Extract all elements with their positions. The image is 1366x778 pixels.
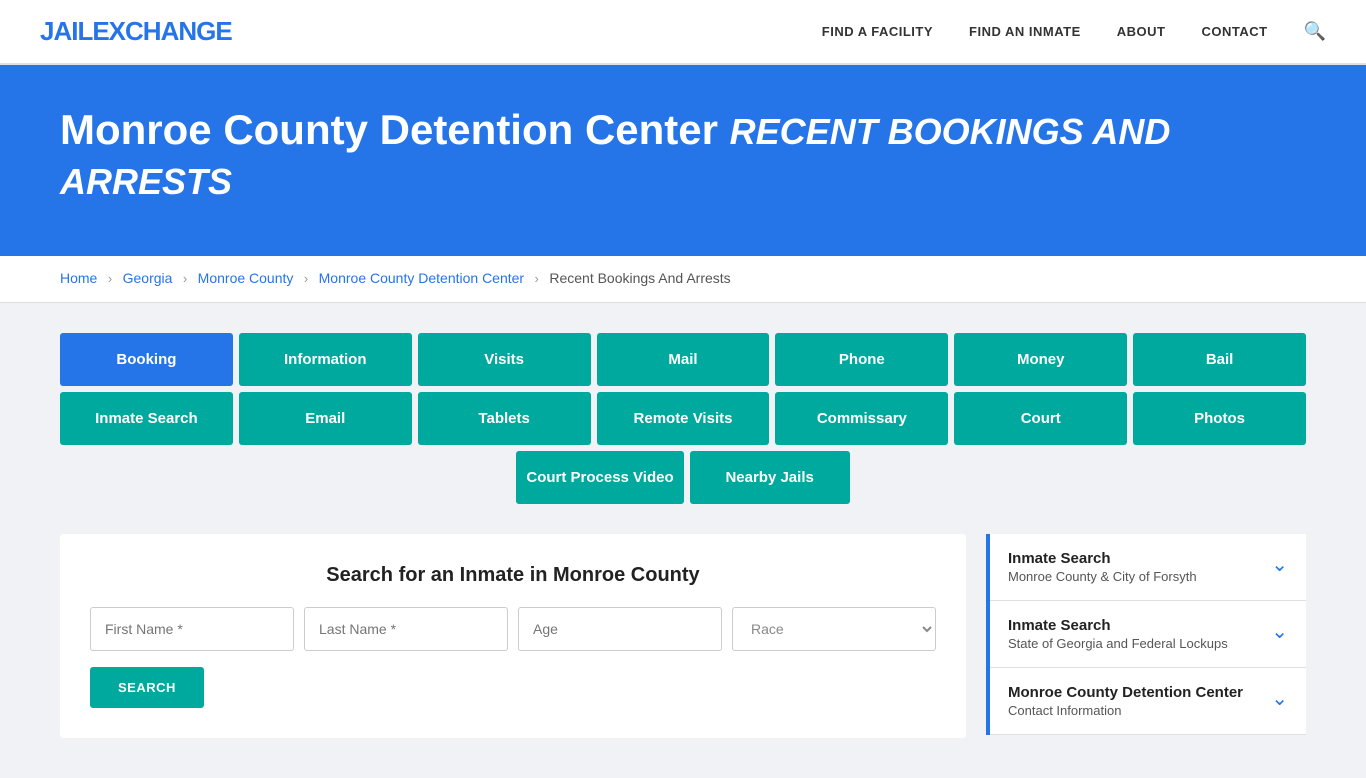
sidebar-title-contact: Monroe County Detention Center (1008, 684, 1243, 701)
tab-inmate-search[interactable]: Inmate Search (60, 392, 233, 445)
last-name-input[interactable] (304, 607, 508, 651)
breadcrumb-georgia[interactable]: Georgia (123, 270, 173, 286)
tabs-row-1: Booking Information Visits Mail Phone Mo… (60, 333, 1306, 386)
age-input[interactable] (518, 607, 722, 651)
hero-section: Monroe County Detention Center RECENT BO… (0, 65, 1366, 256)
main-content: Booking Information Visits Mail Phone Mo… (0, 303, 1366, 778)
nav-contact[interactable]: CONTACT (1201, 24, 1267, 39)
breadcrumb-sep-1: › (108, 271, 112, 286)
search-fields: Race White Black Hispanic Asian Other (90, 607, 936, 651)
tab-court[interactable]: Court (954, 392, 1127, 445)
tab-bail[interactable]: Bail (1133, 333, 1306, 386)
search-icon[interactable]: 🔍 (1304, 21, 1326, 41)
tab-remote-visits[interactable]: Remote Visits (597, 392, 770, 445)
tab-information[interactable]: Information (239, 333, 412, 386)
breadcrumb-sep-3: › (304, 271, 308, 286)
tab-commissary[interactable]: Commissary (775, 392, 948, 445)
logo-exchange: EXCHANGE (92, 16, 231, 46)
bottom-section: Search for an Inmate in Monroe County Ra… (60, 534, 1306, 738)
chevron-down-icon: ⌄ (1271, 552, 1288, 577)
tab-phone[interactable]: Phone (775, 333, 948, 386)
nav-find-facility[interactable]: FIND A FACILITY (822, 24, 933, 39)
race-select[interactable]: Race White Black Hispanic Asian Other (732, 607, 936, 651)
first-name-input[interactable] (90, 607, 294, 651)
tab-visits[interactable]: Visits (418, 333, 591, 386)
search-button[interactable]: SEARCH (90, 667, 204, 708)
sidebar-item-inmate-search-georgia[interactable]: Inmate Search State of Georgia and Feder… (990, 601, 1306, 668)
tab-nearby-jails[interactable]: Nearby Jails (690, 451, 850, 504)
sidebar-title-georgia: Inmate Search (1008, 617, 1228, 634)
breadcrumb-detention-center[interactable]: Monroe County Detention Center (319, 270, 524, 286)
tab-money[interactable]: Money (954, 333, 1127, 386)
sidebar-subtitle-georgia: State of Georgia and Federal Lockups (1008, 636, 1228, 651)
nav-find-inmate[interactable]: FIND AN INMATE (969, 24, 1081, 39)
search-form-card: Search for an Inmate in Monroe County Ra… (60, 534, 966, 738)
tab-tablets[interactable]: Tablets (418, 392, 591, 445)
sidebar: Inmate Search Monroe County & City of Fo… (986, 534, 1306, 735)
sidebar-item-inmate-search-monroe[interactable]: Inmate Search Monroe County & City of Fo… (990, 534, 1306, 601)
sidebar-subtitle-contact: Contact Information (1008, 703, 1243, 718)
sidebar-item-contact-info[interactable]: Monroe County Detention Center Contact I… (990, 668, 1306, 735)
search-form-title: Search for an Inmate in Monroe County (90, 564, 936, 587)
tab-email[interactable]: Email (239, 392, 412, 445)
chevron-down-icon: ⌄ (1271, 619, 1288, 644)
nav-about[interactable]: ABOUT (1117, 24, 1166, 39)
sidebar-subtitle-monroe: Monroe County & City of Forsyth (1008, 569, 1197, 584)
tab-photos[interactable]: Photos (1133, 392, 1306, 445)
tab-booking[interactable]: Booking (60, 333, 233, 386)
page-title: Monroe County Detention Center RECENT BO… (60, 105, 1306, 206)
breadcrumb-sep-4: › (535, 271, 539, 286)
breadcrumb: Home › Georgia › Monroe County › Monroe … (0, 256, 1366, 303)
sidebar-title-monroe: Inmate Search (1008, 550, 1197, 567)
breadcrumb-sep-2: › (183, 271, 187, 286)
logo-jail: JAIL (40, 16, 92, 46)
tabs-row-3: Court Process Video Nearby Jails (60, 451, 1306, 504)
chevron-down-icon: ⌄ (1271, 686, 1288, 711)
tabs-row-2: Inmate Search Email Tablets Remote Visit… (60, 392, 1306, 445)
navbar: JAILEXCHANGE FIND A FACILITY FIND AN INM… (0, 0, 1366, 65)
breadcrumb-home[interactable]: Home (60, 270, 97, 286)
logo[interactable]: JAILEXCHANGE (40, 16, 232, 47)
tab-court-process-video[interactable]: Court Process Video (516, 451, 683, 504)
nav-links: FIND A FACILITY FIND AN INMATE ABOUT CON… (822, 21, 1326, 42)
breadcrumb-monroe-county[interactable]: Monroe County (198, 270, 294, 286)
breadcrumb-current: Recent Bookings And Arrests (549, 270, 730, 286)
tab-mail[interactable]: Mail (597, 333, 770, 386)
